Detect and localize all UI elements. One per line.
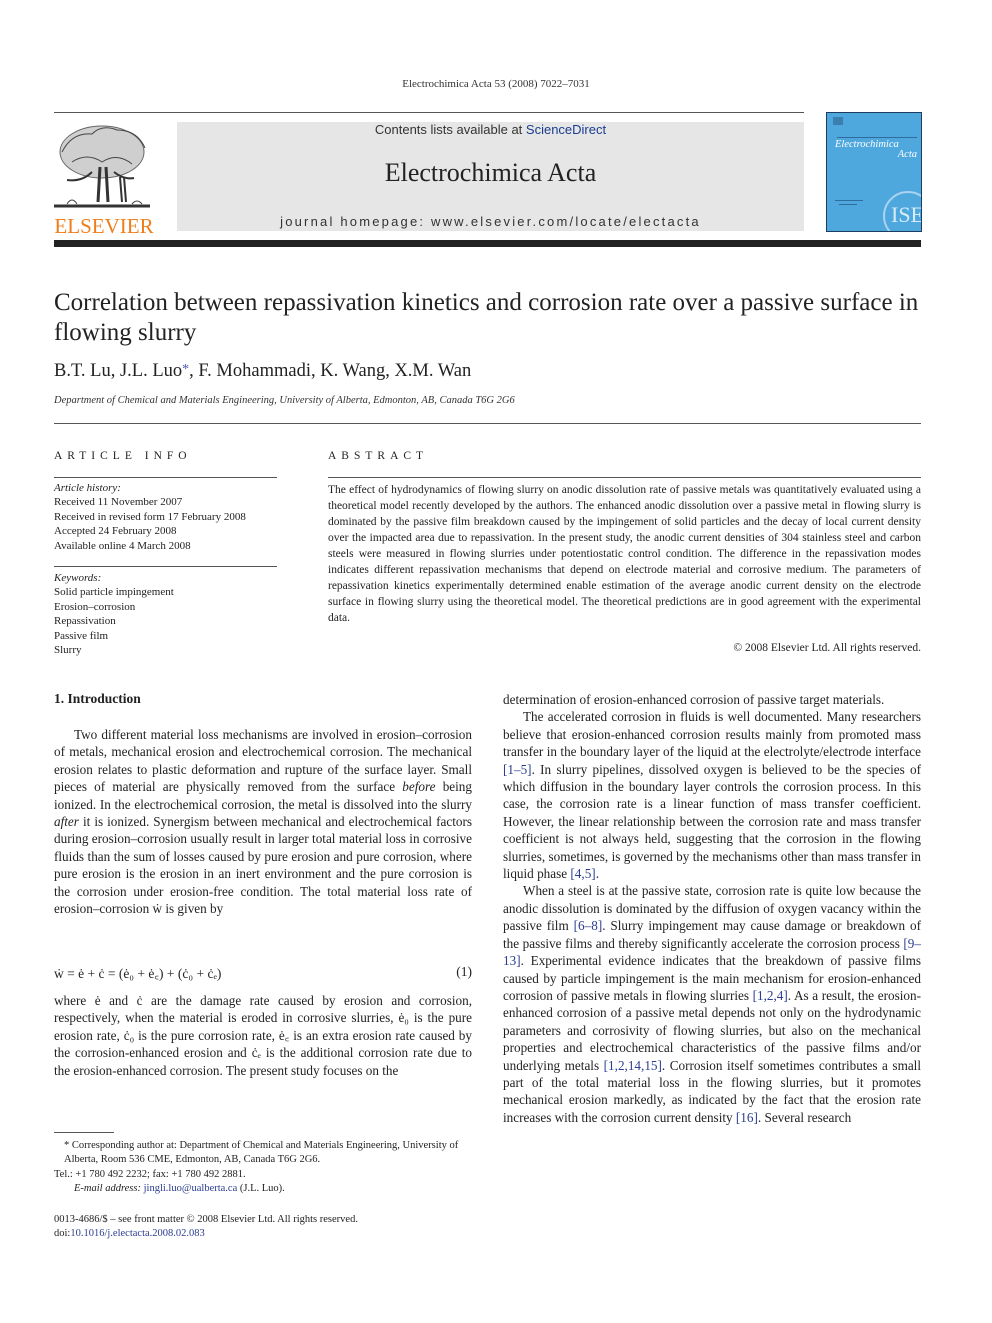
history-item: Available online 4 March 2008	[54, 539, 191, 552]
divider	[54, 566, 277, 567]
cover-divider	[837, 137, 917, 138]
keyword-item: Repassivation	[54, 615, 116, 628]
elsevier-tree-icon	[54, 125, 150, 208]
divider	[54, 423, 921, 424]
doi-line: doi:10.1016/j.electacta.2008.02.083	[54, 1227, 358, 1241]
cover-title: Electrochimica Acta	[835, 139, 917, 160]
citation-link[interactable]: [1–5]	[503, 762, 532, 777]
citation-link[interactable]: [16]	[736, 1110, 758, 1125]
email-link[interactable]: jingli.luo@ualberta.ca	[144, 1183, 238, 1194]
abstract-text: The effect of hydrodynamics of flowing s…	[328, 484, 921, 624]
elsevier-logo[interactable]: ELSEVIER	[52, 122, 156, 238]
authors-part2: , F. Mohammadi, K. Wang, X.M. Wan	[189, 361, 472, 381]
citation-link[interactable]: [4,5]	[570, 866, 595, 881]
footnote: * Corresponding author at: Department of…	[54, 1139, 484, 1197]
history-item: Received 11 November 2007	[54, 496, 183, 509]
issn-block: 0013-4686/$ – see front matter © 2008 El…	[54, 1213, 358, 1242]
keyword-item: Slurry	[54, 644, 82, 657]
doi-link[interactable]: 10.1016/j.electacta.2008.02.083	[70, 1228, 204, 1239]
cover-title-line2: Acta	[897, 149, 917, 160]
equation-expression: ẇ = ė + ċ = (ė₀ + ė꜀) + (ċ₀ + ċₑ)	[54, 966, 222, 981]
cover-text-line	[839, 204, 857, 205]
corresponding-author-note: * Corresponding author at: Department of…	[64, 1140, 459, 1166]
text-run: The accelerated corrosion in fluids is w…	[503, 709, 921, 760]
top-divider	[54, 112, 804, 113]
citation-link[interactable]: [1,2,4]	[753, 988, 788, 1003]
equation-1: ẇ = ė + ċ = (ė₀ + ė꜀) + (ċ₀ + ċₑ) (1)	[54, 964, 472, 982]
cover-text-line	[835, 200, 863, 201]
journal-homepage[interactable]: journal homepage: www.elsevier.com/locat…	[177, 214, 804, 229]
history-item: Received in revised form 17 February 200…	[54, 510, 246, 523]
authors-part1: B.T. Lu, J.L. Luo	[54, 361, 183, 381]
section-heading-introduction: 1. Introduction	[54, 691, 141, 706]
emphasis: before	[402, 779, 436, 795]
text-run: it is ionized. Synergism between mechani…	[54, 814, 472, 917]
abstract-heading: ABSTRACT	[328, 450, 429, 462]
footnote-divider	[54, 1132, 114, 1133]
affiliation: Department of Chemical and Materials Eng…	[54, 395, 515, 406]
author-list: B.T. Lu, J.L. Luo*, F. Mohammadi, K. Wan…	[54, 361, 471, 382]
contents-line: Contents lists available at ScienceDirec…	[177, 122, 804, 137]
journal-cover[interactable]: Electrochimica Acta ISE	[826, 112, 922, 232]
citation-link[interactable]: [6–8]	[574, 918, 603, 933]
contents-prefix: Contents lists available at	[374, 122, 526, 137]
keyword-item: Erosion–corrosion	[54, 600, 136, 613]
article-info-heading: ARTICLE INFO	[54, 450, 192, 462]
emphasis: after	[54, 814, 79, 830]
publisher-logo-text: ELSEVIER	[54, 214, 154, 238]
citation-link[interactable]: [1,2,14,15]	[604, 1058, 662, 1073]
equation-number: (1)	[456, 964, 472, 979]
text-run: . In slurry pipelines, dissolved oxygen …	[503, 761, 921, 882]
keyword-item: Solid particle impingement	[54, 586, 174, 599]
issn-line: 0013-4686/$ – see front matter © 2008 El…	[54, 1214, 358, 1225]
journal-banner: Contents lists available at ScienceDirec…	[177, 122, 804, 231]
divider	[54, 477, 277, 478]
history-label: Article history:	[54, 482, 121, 494]
cover-publisher-icon	[833, 117, 843, 125]
email-suffix: (J.L. Luo).	[237, 1183, 285, 1195]
cover-title-line1: Electrochimica	[835, 139, 899, 150]
article-title: Correlation between repassivation kineti…	[54, 289, 919, 346]
running-head: Electrochimica Acta 53 (2008) 7022–7031	[402, 78, 590, 90]
ise-seal-icon: ISE	[883, 191, 921, 231]
text-run: . Several research	[757, 1109, 852, 1125]
journal-title: Electrochimica Acta	[384, 158, 597, 187]
keyword-item: Passive film	[54, 629, 109, 642]
text-run: .	[595, 866, 599, 882]
text-run: where ė and ċ are the damage rate caused…	[54, 993, 472, 1078]
keywords: Keywords: Solid particle impingement Ero…	[54, 571, 294, 657]
history-item: Accepted 24 February 2008	[54, 525, 177, 538]
keywords-label: Keywords:	[54, 572, 102, 584]
right-column-text: determination of erosion-enhanced corros…	[503, 691, 921, 1126]
text-run: determination of erosion-enhanced corros…	[503, 692, 885, 707]
email-label: E-mail address:	[74, 1183, 141, 1195]
intro-paragraph-1: Two different material loss mechanisms a…	[54, 726, 472, 917]
contact-phone: Tel.: +1 780 492 2232; fax: +1 780 492 2…	[54, 1168, 246, 1180]
article-history: Article history: Received 11 November 20…	[54, 481, 294, 553]
intro-paragraph-2: where ė and ċ are the damage rate caused…	[54, 992, 472, 1079]
doi-prefix: doi:	[54, 1228, 71, 1240]
abstract-copyright: © 2008 Elsevier Ltd. All rights reserved…	[733, 642, 921, 654]
divider	[328, 477, 921, 478]
header-thick-divider	[54, 240, 921, 247]
email-line: E-mail address: jingli.luo@ualberta.ca (…	[54, 1182, 484, 1196]
sciencedirect-link[interactable]: ScienceDirect	[526, 122, 606, 137]
